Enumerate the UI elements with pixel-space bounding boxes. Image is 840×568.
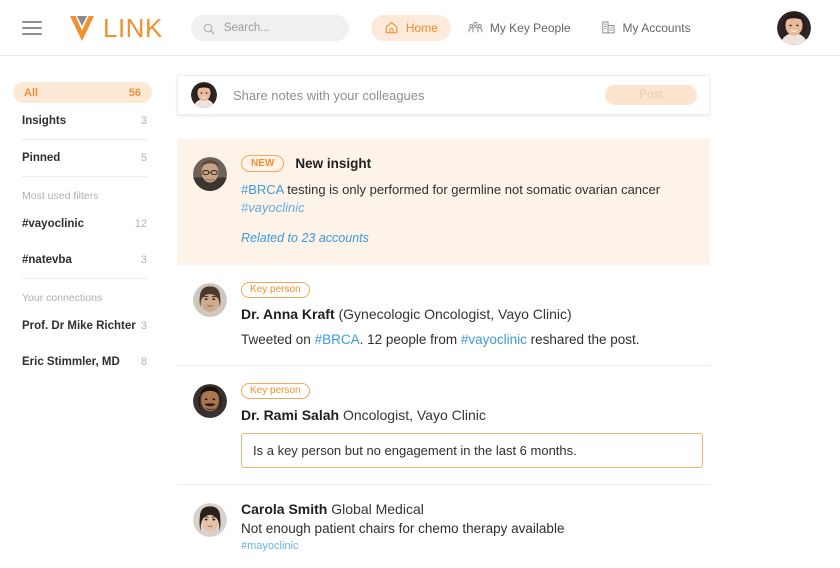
post-anna-kraft: Key person Dr. Anna Kraft (Gynecologic O… xyxy=(177,265,710,365)
sidebar-item-count: 12 xyxy=(135,218,147,230)
hamburger-line xyxy=(22,21,42,23)
insight-text: #BRCA testing is only performed for germ… xyxy=(241,181,692,217)
sidebar-item-vayoclinic[interactable]: #vayoclinic 12 xyxy=(22,206,147,242)
sidebar-item-label: All xyxy=(24,87,38,99)
hashtag-mayoclinic[interactable]: #mayoclinic xyxy=(241,540,710,552)
post-author-name[interactable]: Dr. Anna Kraft xyxy=(241,306,335,322)
logo-text: LINK xyxy=(103,15,163,41)
key-person-badge[interactable]: Key person xyxy=(241,282,310,298)
app-logo[interactable]: LINK xyxy=(68,13,163,43)
post-author-role: Oncologist, Vayo Clinic xyxy=(343,407,486,423)
hashtag-brca[interactable]: #BRCA xyxy=(315,332,360,347)
hamburger-line xyxy=(22,27,42,29)
sidebar-heading-most-used-filters: Most used filters xyxy=(22,190,143,202)
insight-body: NEW New insight #BRCA testing is only pe… xyxy=(241,155,692,245)
insight-title: New insight xyxy=(295,156,371,171)
nav-item-label: Home xyxy=(406,21,438,35)
nav-item-my-key-people[interactable]: My Key People xyxy=(455,15,584,41)
sidebar-item-label: Insights xyxy=(22,115,66,127)
sidebar-divider xyxy=(22,278,147,279)
post-body: Key person Dr. Anna Kraft (Gynecologic O… xyxy=(241,281,710,349)
carola-smith-avatar xyxy=(193,503,227,537)
hamburger-menu-icon[interactable] xyxy=(22,21,42,35)
post-text-3: reshared the post. xyxy=(527,332,640,347)
sidebar-item-natevba[interactable]: #natevba 3 xyxy=(22,242,147,278)
sidebar-item-all[interactable]: All 56 xyxy=(13,82,152,103)
search-icon xyxy=(203,22,215,34)
search-input[interactable] xyxy=(222,21,337,35)
primary-nav: Home My Key People xyxy=(371,15,704,41)
sidebar-item-pinned[interactable]: Pinned 5 xyxy=(22,140,147,176)
post-author-row: Dr. Anna Kraft (Gynecologic Oncologist, … xyxy=(241,306,710,322)
post-button[interactable]: Post xyxy=(605,85,697,105)
sidebar-heading-your-connections: Your connections xyxy=(22,292,143,304)
sidebar-item-label: Pinned xyxy=(22,152,60,164)
sidebar-item-label: #vayoclinic xyxy=(22,218,84,230)
hashtag-brca[interactable]: #BRCA xyxy=(241,182,284,197)
sidebar-item-label: Eric Stimmler, MD xyxy=(22,356,120,368)
hashtag-vayoclinic[interactable]: #vayoclinic xyxy=(461,332,527,347)
post-author-name[interactable]: Dr. Rami Salah xyxy=(241,407,339,423)
sidebar-item-count: 5 xyxy=(141,152,147,164)
post-text-2: . 12 people from xyxy=(360,332,461,347)
feed-inner: Post xyxy=(177,75,710,568)
related-accounts-link[interactable]: Related to 23 accounts xyxy=(241,231,692,245)
sidebar-item-count: 3 xyxy=(141,254,147,266)
veeva-v-logo-icon xyxy=(68,13,96,43)
search-box[interactable] xyxy=(191,15,349,41)
sidebar-divider xyxy=(22,176,147,177)
insight-title-row: NEW New insight xyxy=(241,155,692,172)
anna-kraft-avatar xyxy=(193,283,227,317)
post-body: Key person Dr. Rami Salah Oncologist, Va… xyxy=(241,382,710,468)
insight-author-avatar xyxy=(193,157,227,191)
sidebar-item-count: 3 xyxy=(141,320,147,332)
feed: Post xyxy=(165,56,840,560)
sidebar-item-label: #natevba xyxy=(22,254,72,266)
note-box[interactable]: Is a key person but no engagement in the… xyxy=(241,433,703,468)
hamburger-line xyxy=(22,33,42,35)
sidebar: All 56 Insights 3 Pinned 5 Most used fil… xyxy=(0,56,165,560)
home-icon xyxy=(384,20,399,35)
post-author-role: Global Medical xyxy=(331,501,424,517)
post-author-role: (Gynecologic Oncologist, Vayo Clinic) xyxy=(339,306,572,322)
hashtag-vayoclinic[interactable]: #vayoclinic xyxy=(241,200,305,215)
post-text: Not enough patient chairs for chemo ther… xyxy=(241,520,710,538)
post-author-name[interactable]: Carola Smith xyxy=(241,501,327,517)
rami-salah-avatar xyxy=(193,384,227,418)
post-author-row: Carola Smith Global Medical xyxy=(241,501,710,517)
sidebar-item-eric-stimmler[interactable]: Eric Stimmler, MD 8 xyxy=(22,344,147,380)
app-root: LINK Home xyxy=(0,0,840,560)
post-author-row: Dr. Rami Salah Oncologist, Vayo Clinic xyxy=(241,407,710,423)
composer-input[interactable] xyxy=(231,87,605,104)
avatar[interactable] xyxy=(777,11,811,45)
composer-avatar xyxy=(191,82,217,108)
post-text: Tweeted on #BRCA. 12 people from #vayocl… xyxy=(241,331,710,349)
post-carola-smith: Carola Smith Global Medical Not enough p… xyxy=(177,485,710,568)
page-body: All 56 Insights 3 Pinned 5 Most used fil… xyxy=(0,56,840,560)
post-rami-salah: Key person Dr. Rami Salah Oncologist, Va… xyxy=(177,366,710,484)
nav-item-home[interactable]: Home xyxy=(371,15,451,41)
nav-item-my-accounts[interactable]: My Accounts xyxy=(588,15,704,41)
sidebar-item-label: Prof. Dr Mike Richter xyxy=(22,320,136,332)
insight-text-body: testing is only performed for germline n… xyxy=(284,182,660,197)
composer[interactable]: Post xyxy=(177,75,710,115)
insight-card: NEW New insight #BRCA testing is only pe… xyxy=(177,139,710,265)
nav-item-label: My Key People xyxy=(490,21,571,35)
sidebar-item-count: 8 xyxy=(141,356,147,368)
people-group-icon xyxy=(468,20,483,35)
top-header: LINK Home xyxy=(0,0,840,56)
post-text-1: Tweeted on xyxy=(241,332,315,347)
sidebar-item-insights[interactable]: Insights 3 xyxy=(22,103,147,139)
sidebar-item-mike-richter[interactable]: Prof. Dr Mike Richter 3 xyxy=(22,308,147,344)
nav-item-label: My Accounts xyxy=(623,21,691,35)
sidebar-item-count: 3 xyxy=(141,115,147,127)
sidebar-item-count: 56 xyxy=(129,87,141,99)
status-badge[interactable]: NEW xyxy=(241,155,284,172)
office-building-icon xyxy=(601,20,616,35)
post-body: Carola Smith Global Medical Not enough p… xyxy=(241,501,710,552)
key-person-badge[interactable]: Key person xyxy=(241,383,310,399)
